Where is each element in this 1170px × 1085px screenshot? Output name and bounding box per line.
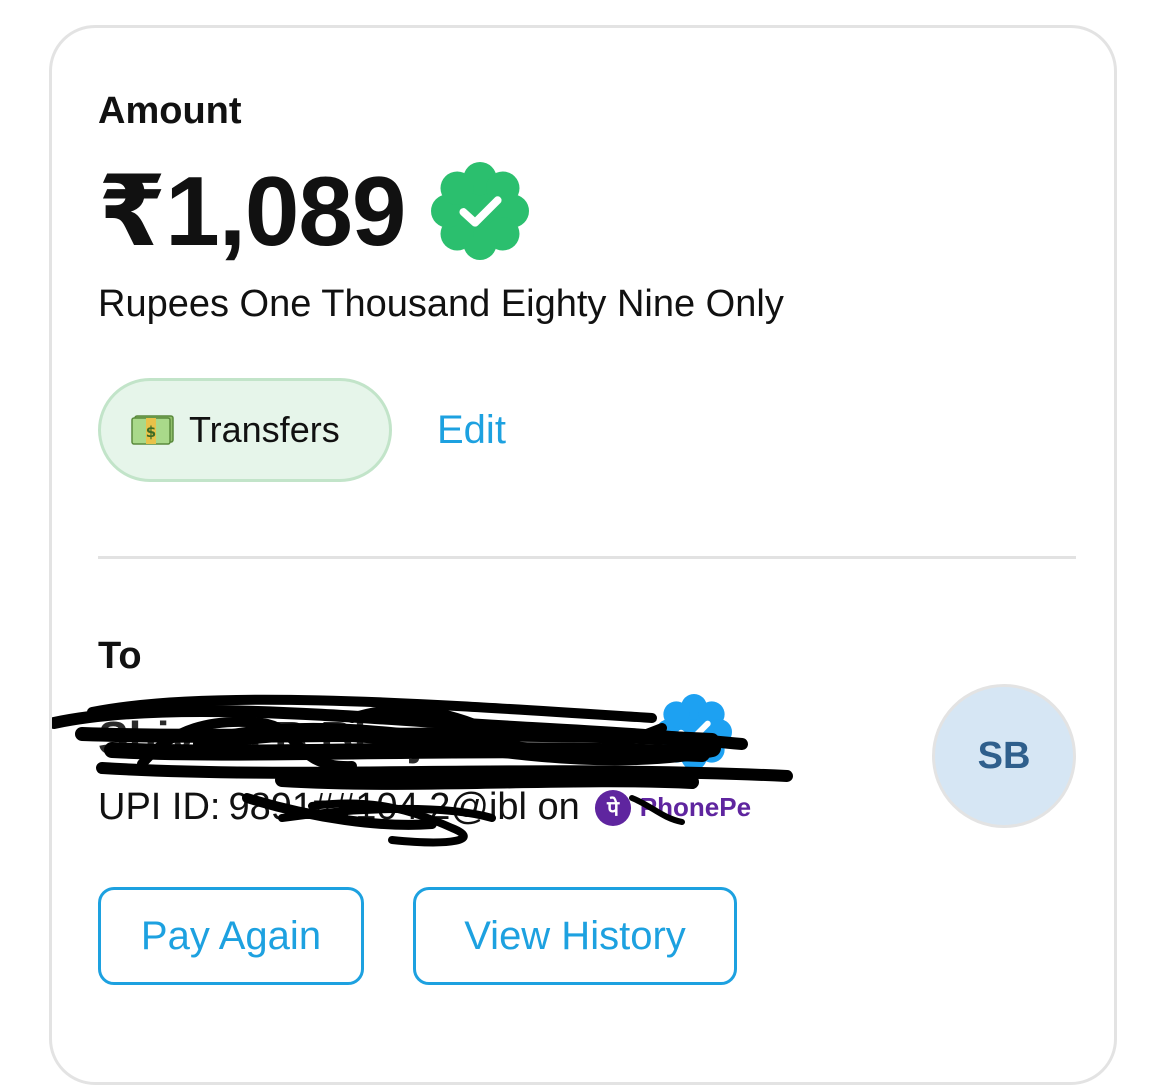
phonepe-label: PhonePe [639, 792, 752, 822]
category-chip-transfers[interactable]: $ Transfers [98, 378, 392, 482]
amount-in-words: Rupees One Thousand Eighty Nine Only [98, 283, 784, 325]
verified-badge-icon [431, 162, 530, 260]
pay-again-button[interactable]: Pay Again [98, 887, 364, 985]
upi-id-row: UPI ID: 9891##104 2@ibl on पे PhonePe [98, 786, 751, 829]
amount-value: ₹1,089 [98, 156, 406, 266]
amount-row: ₹1,089 [98, 156, 530, 266]
amount-label: Amount [98, 90, 242, 132]
category-label: Transfers [189, 409, 340, 450]
avatar: SB [932, 684, 1076, 828]
upi-id-label: UPI ID: [98, 786, 221, 828]
money-icon: $ [131, 415, 174, 445]
phonepe-icon: पे [594, 789, 631, 826]
view-history-button[interactable]: View History [413, 887, 737, 985]
transaction-card: Amount ₹1,089 Rupees One Thousand Eighty… [49, 25, 1117, 1085]
to-label: To [98, 635, 142, 677]
phonepe-badge: पे PhonePe [594, 789, 751, 827]
payee-verified-icon [656, 694, 732, 770]
edit-category-link[interactable]: Edit [437, 408, 506, 453]
payee-name: Shivani B Bhujanti [98, 712, 505, 764]
upi-id-value: 9891##104 2@ibl on [228, 786, 580, 828]
divider [98, 556, 1076, 559]
svg-text:पे: पे [606, 795, 620, 820]
svg-text:$: $ [146, 423, 156, 441]
